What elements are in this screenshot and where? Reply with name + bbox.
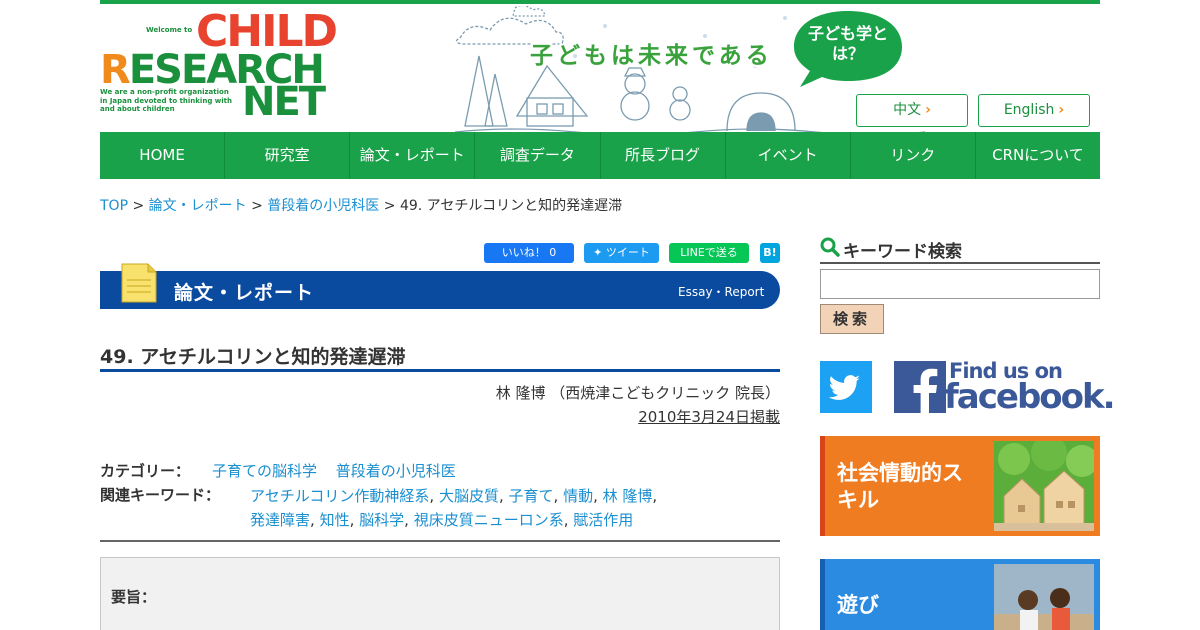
section-title: 論文・レポート — [174, 282, 315, 304]
keyword-link[interactable]: 知性 — [320, 511, 350, 529]
summary-label: 要旨： — [111, 588, 157, 606]
title-underline — [100, 369, 780, 372]
breadcrumb-series[interactable]: 普段着の小児科医 — [267, 198, 379, 214]
lang-chinese-button[interactable]: 中文 › — [856, 94, 968, 127]
top-accent-bar — [100, 0, 1100, 4]
nav-item-data[interactable]: 調査データ — [474, 132, 599, 179]
divider — [100, 540, 780, 542]
breadcrumb-separator: > — [132, 198, 145, 214]
line-share-button[interactable]: LINEで送る — [669, 243, 749, 263]
nav-item-blog[interactable]: 所長ブログ — [599, 132, 725, 179]
keyword-link[interactable]: 林 隆博 — [603, 487, 653, 505]
search-input[interactable] — [820, 269, 1100, 299]
hatena-bookmark-button[interactable]: B! — [760, 243, 780, 263]
banner-social-emotional-skills[interactable]: 社会情動的スキル — [820, 436, 1100, 536]
category-list: 子育ての脳科学 普段着の小児科医 — [212, 460, 470, 481]
nav-item-links[interactable]: リンク — [849, 132, 975, 179]
category-link[interactable]: 子育ての脳科学 — [212, 462, 317, 480]
tweet-button[interactable]: ✦ ツイート — [584, 243, 659, 263]
logo-tagline: We are a non-profit organization in Japa… — [100, 88, 232, 113]
bubble-text[interactable]: 子ども学とは？ — [800, 24, 896, 64]
tweet-label: ツイート — [605, 246, 650, 259]
site-logo[interactable]: Welcome to CHILD RESEARCH NET We are a n… — [100, 10, 338, 125]
category-link[interactable]: 普段着の小児科医 — [336, 462, 456, 480]
chevron-right-icon: › — [925, 102, 931, 118]
keyword-label: 関連キーワード： — [100, 486, 221, 504]
nav-item-papers[interactable]: 論文・レポート — [349, 132, 474, 179]
keyword-link[interactable]: 情動 — [563, 487, 593, 505]
keyword-link[interactable]: 視床皮質ニューロン系 — [414, 511, 564, 529]
note-icon — [121, 263, 157, 303]
nav-item-about[interactable]: CRNについて — [974, 132, 1100, 179]
logo-word-net: NET — [242, 79, 326, 125]
card-title: 遊び — [837, 593, 879, 617]
twitter-link[interactable] — [820, 361, 872, 413]
category-label: カテゴリー： — [100, 462, 191, 480]
facebook-wordmark: facebook. — [944, 377, 1116, 417]
nav-item-lab[interactable]: 研究室 — [224, 132, 349, 179]
nav-item-events[interactable]: イベント — [724, 132, 850, 179]
main-nav: HOME 研究室 論文・レポート 調査データ 所長ブログ イベント リンク CR… — [100, 132, 1100, 179]
nav-item-home[interactable]: HOME — [100, 132, 224, 179]
facebook-f-icon — [894, 361, 946, 413]
lang-chinese-label: 中文 — [893, 102, 922, 118]
facebook-link[interactable]: Find us on facebook. — [894, 359, 1116, 417]
search-title: キーワード検索 — [843, 242, 962, 262]
search-title-underline — [820, 262, 1100, 264]
twitter-bird-icon — [828, 375, 860, 400]
breadcrumb-current: 49. アセチルコリンと知的発達遅滞 — [399, 198, 623, 214]
fb-like-button[interactable]: いいね！ 0 — [484, 243, 574, 263]
lang-english-button[interactable]: English › — [978, 94, 1090, 127]
chevron-right-icon: › — [1058, 102, 1065, 118]
logo-welcome: Welcome to — [146, 26, 193, 34]
keyword-link[interactable]: 大脳皮質 — [439, 487, 499, 505]
article-date: 2010年3月24日掲載 — [638, 408, 780, 426]
keyword-link[interactable]: 発達障害 — [250, 511, 310, 529]
keyword-link[interactable]: 子育て — [509, 487, 554, 505]
wooden-houses-image — [994, 441, 1094, 531]
card-title: 社会情動的スキル — [837, 461, 963, 512]
breadcrumb: TOP > 論文・レポート > 普段着の小児科医 > 49. アセチルコリンと知… — [100, 195, 622, 215]
summary-box — [100, 557, 780, 630]
breadcrumb-separator: > — [383, 198, 396, 214]
breadcrumb-papers[interactable]: 論文・レポート — [149, 198, 247, 214]
keyword-link[interactable]: 賦活作用 — [573, 511, 633, 529]
article-author: 林 隆博 （西焼津こどもクリニック 院長） — [495, 384, 780, 402]
banner-play[interactable]: 遊び — [820, 559, 1100, 630]
keyword-link[interactable]: 脳科学 — [359, 511, 404, 529]
twitter-bird-icon: ✦ — [593, 246, 603, 259]
breadcrumb-separator: > — [251, 198, 263, 214]
keyword-list: アセチルコリン作動神経系, 大脳皮質, 子育て, 情動, 林 隆博, 発達障害,… — [250, 487, 658, 529]
search-icon — [820, 237, 840, 257]
children-playing-image — [994, 564, 1094, 630]
slogan-text: 子どもは未来である — [530, 43, 773, 69]
section-subtitle: Essay・Report — [678, 285, 765, 299]
keyword-link[interactable]: アセチルコリン作動神経系 — [250, 487, 429, 505]
lang-english-label: English — [1003, 102, 1055, 118]
search-button[interactable]: 検索 — [820, 304, 884, 334]
article-title: 49. アセチルコリンと知的発達遅滞 — [100, 346, 406, 368]
breadcrumb-top[interactable]: TOP — [100, 198, 128, 214]
